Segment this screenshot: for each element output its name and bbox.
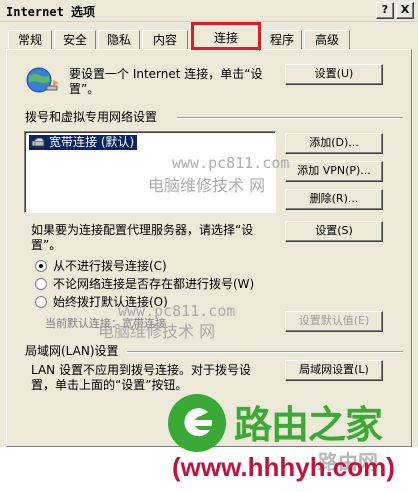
tab-advanced[interactable]: 高级 xyxy=(304,30,350,50)
list-item-broadband-label: 宽带连接 (默认) xyxy=(49,135,135,149)
add-button[interactable]: 添加(D)... xyxy=(285,133,383,154)
proxy-text-line1: 如果要为连接配置代理服务器，请选择“设 xyxy=(31,223,254,237)
connections-listbox[interactable]: 宽带连接 (默认) xyxy=(24,131,276,213)
radio-never-dial-label: 从不进行拨号连接(C) xyxy=(53,259,167,273)
close-button[interactable]: X xyxy=(396,2,414,19)
lan-text-line1: LAN 设置不应用到拨号连接。对于拨号设 xyxy=(31,363,251,377)
brand-name: 路由之家 xyxy=(234,403,383,447)
window-title: Internet 选项 xyxy=(6,5,96,19)
set-default-button[interactable]: 设置默认值(E) xyxy=(285,311,383,332)
help-button[interactable]: ? xyxy=(376,2,394,19)
tab-security[interactable]: 安全 xyxy=(54,30,96,50)
lan-section-title: 局域网(LAN)设置 xyxy=(25,344,119,358)
radio-dial-when-no-network[interactable] xyxy=(35,278,47,290)
globe-network-icon xyxy=(26,67,59,93)
dialup-divider xyxy=(177,117,403,119)
delete-button[interactable]: 删除(R)... xyxy=(285,189,383,210)
add-vpn-button[interactable]: 添加 VPN(P)... xyxy=(285,161,383,182)
tab-content[interactable]: 内容 xyxy=(142,30,188,50)
setup-text-line1: 要设置一个 Internet 连接，单击“设 xyxy=(69,67,263,81)
setup-button[interactable]: 设置(U) xyxy=(285,64,383,85)
tab-privacy[interactable]: 隐私 xyxy=(98,30,140,50)
setup-text-line2: 置”。 xyxy=(69,82,100,96)
proxy-text-line2: 置”。 xyxy=(31,238,62,252)
radio-always-dial-label: 始终拨打默认连接(O) xyxy=(53,295,168,309)
list-item-broadband[interactable]: 宽带连接 (默认) xyxy=(29,135,138,150)
dialup-section-title: 拨号和虚拟专用网络设置 xyxy=(25,110,158,124)
lan-divider xyxy=(127,351,403,353)
radio-always-dial[interactable] xyxy=(35,296,47,308)
lan-text-line2: 置，单击上面的“设置”按钮。 xyxy=(31,378,188,392)
current-default-label: 当前默认连接：宽带连接 xyxy=(45,317,166,330)
modem-icon xyxy=(31,137,45,147)
lan-settings-button[interactable]: 局域网设置(L) xyxy=(285,360,383,381)
tab-programs[interactable]: 程序 xyxy=(262,30,302,50)
settings-button[interactable]: 设置(S) xyxy=(285,221,383,242)
radio-never-dial[interactable] xyxy=(35,260,47,272)
radio-dial-when-no-network-label: 不论网络连接是否存在都进行拨号(W) xyxy=(53,277,255,291)
tab-connections[interactable]: 连接 xyxy=(192,26,260,51)
brand-url: (www.hhhyh.com) xyxy=(172,452,395,482)
connections-panel: 要设置一个 Internet 连接，单击“设 置”。 设置(U) 拨号和虚拟专用… xyxy=(6,49,412,447)
brand-logo-icon xyxy=(168,394,226,452)
tab-strip: 常规 安全 隐私 内容 连接 程序 高级 xyxy=(6,26,406,51)
tab-general[interactable]: 常规 xyxy=(8,30,52,50)
title-bar: Internet 选项 ? X xyxy=(0,0,418,22)
